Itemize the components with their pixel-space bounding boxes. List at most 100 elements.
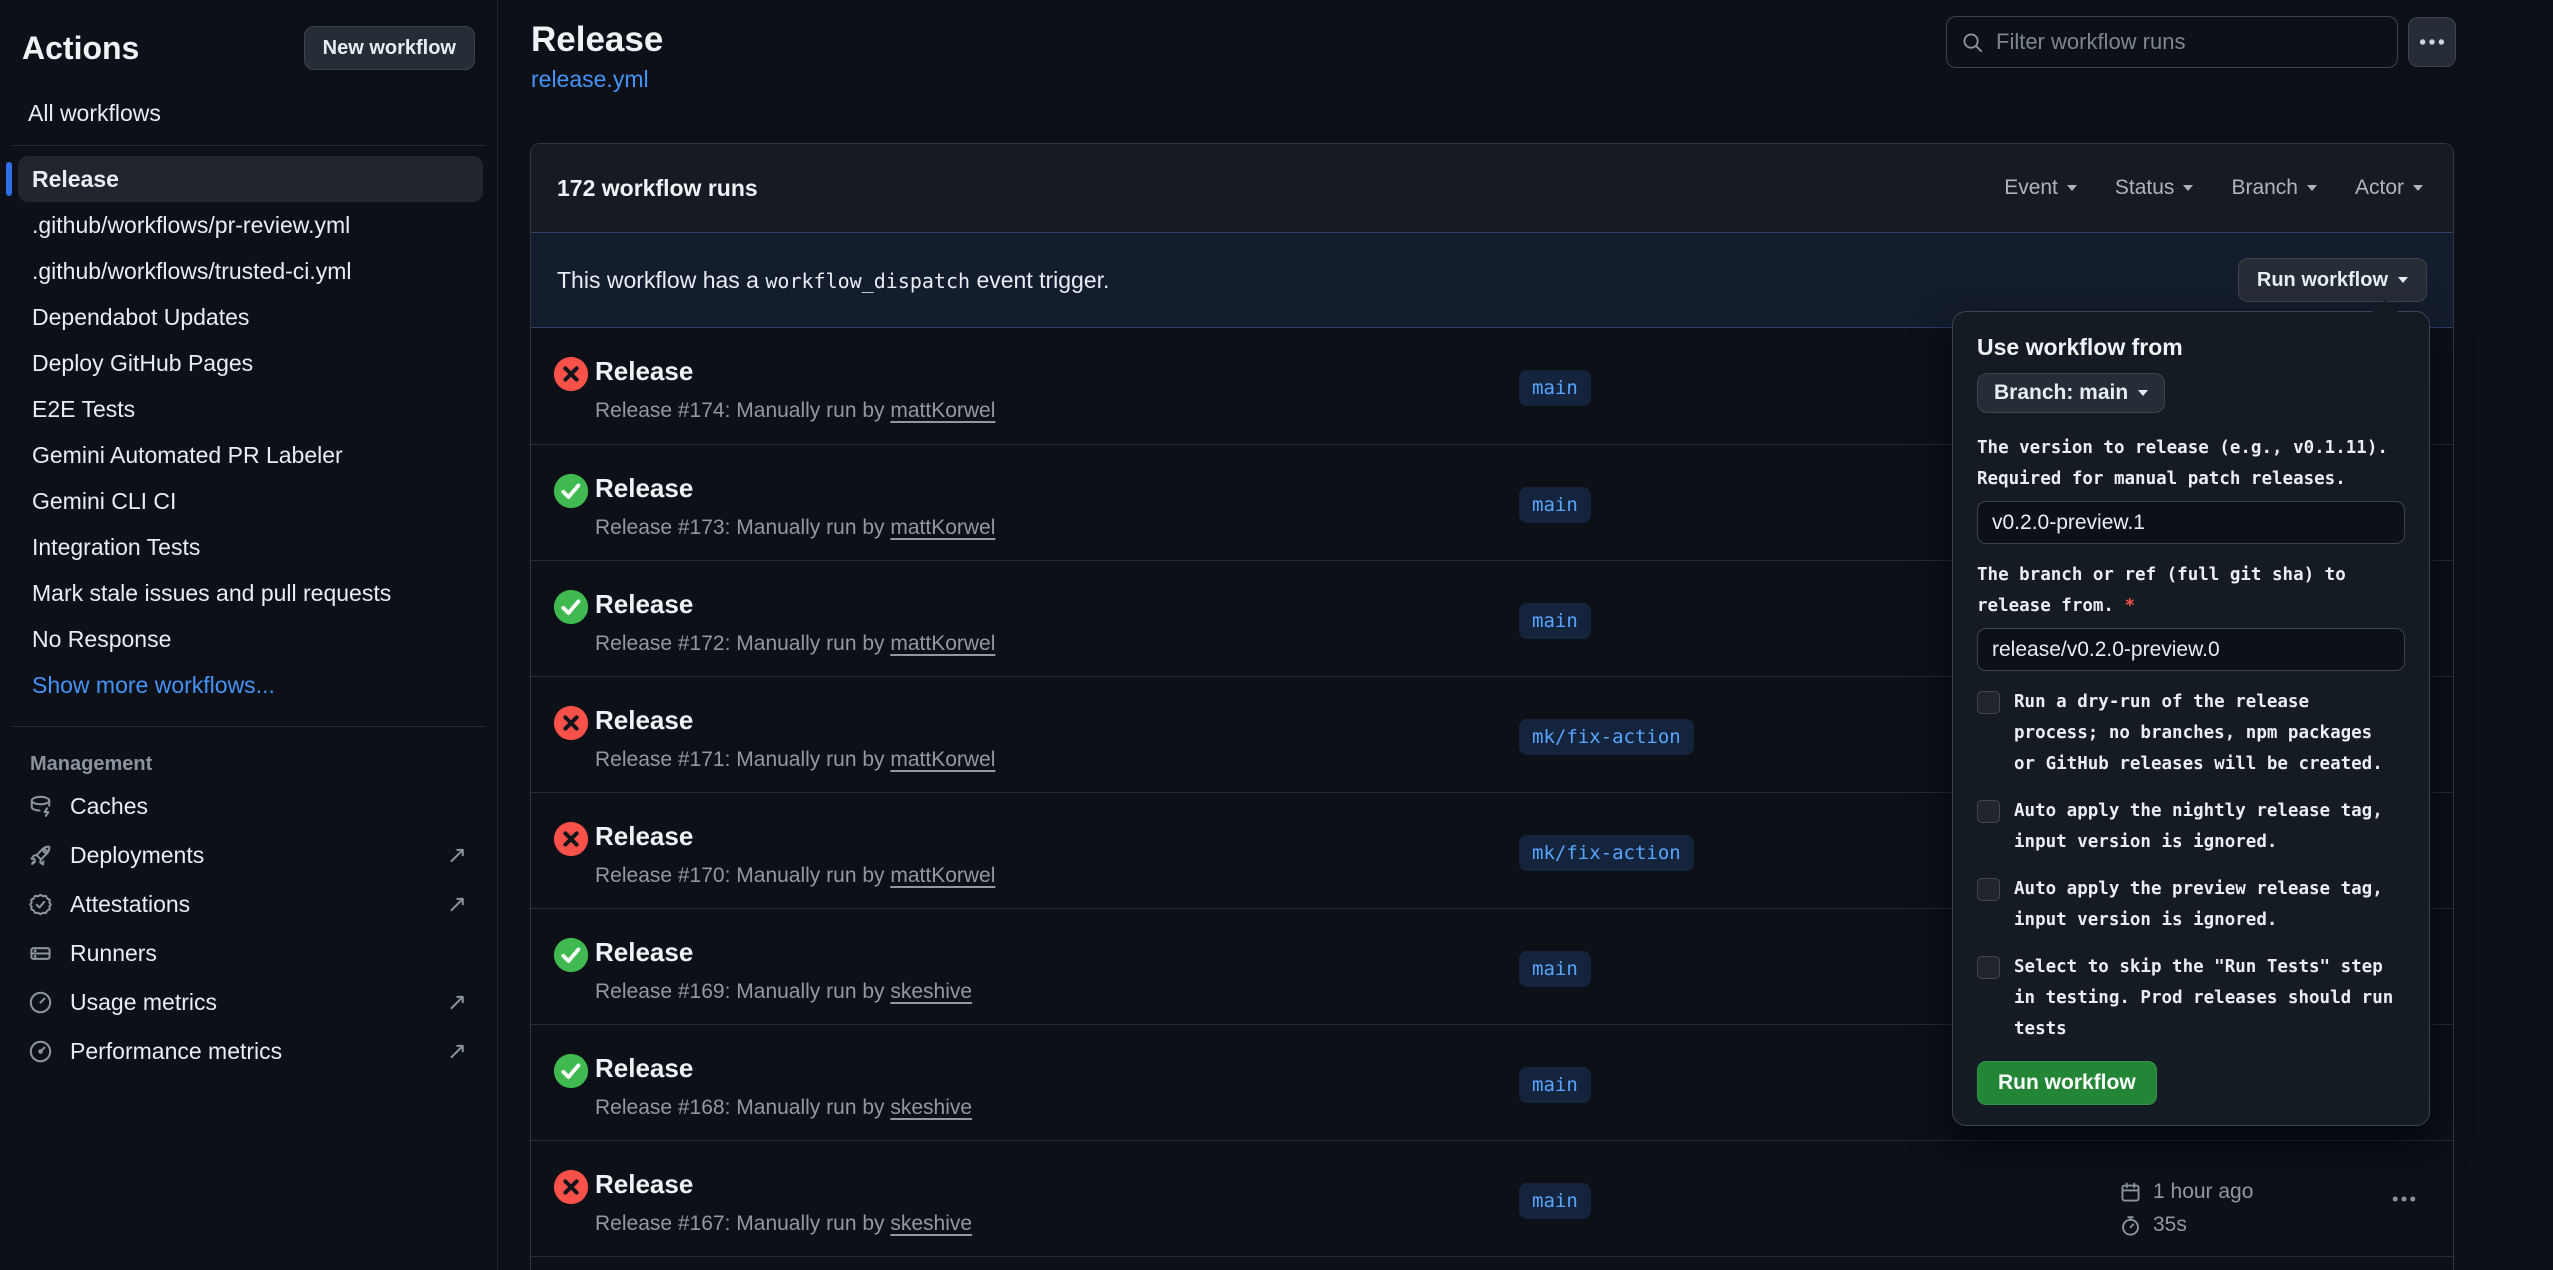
management-item-performance-metrics[interactable]: Performance metrics↗ — [0, 1027, 497, 1076]
management-item-deployments[interactable]: Deployments↗ — [0, 831, 497, 880]
actions-sidebar: Actions New workflow All workflows Relea… — [0, 0, 498, 1270]
run-name-link[interactable]: Release — [595, 356, 693, 387]
actor-link[interactable]: mattKorwel — [890, 516, 995, 539]
branch-badge[interactable]: main — [1519, 603, 1591, 639]
sidebar-item-no-response[interactable]: No Response — [18, 616, 483, 662]
use-workflow-from-heading: Use workflow from — [1977, 334, 2405, 361]
management-item-label: Attestations — [70, 891, 190, 918]
run-name-link[interactable]: Release — [595, 1169, 693, 1200]
checkbox-label: Auto apply the preview release tag, inpu… — [2014, 874, 2398, 936]
runs-filter-actor[interactable]: Actor — [2355, 176, 2423, 200]
failure-status-icon — [553, 821, 589, 857]
management-item-label: Caches — [70, 793, 148, 820]
run-duration: 35s — [2153, 1213, 2187, 1237]
workflow-dispatch-code: workflow_dispatch — [765, 269, 970, 293]
sidebar-item-release[interactable]: Release — [18, 156, 483, 202]
actor-link[interactable]: mattKorwel — [890, 748, 995, 771]
runs-filter-status[interactable]: Status — [2115, 176, 2194, 200]
chevron-down-icon — [2413, 185, 2423, 191]
workflow-run-row-partial — [531, 1256, 2453, 1270]
run-name-link[interactable]: Release — [595, 821, 693, 852]
filter-label: Actor — [2355, 176, 2404, 200]
branch-badge[interactable]: main — [1519, 1183, 1591, 1219]
management-item-attestations[interactable]: Attestations↗ — [0, 880, 497, 929]
show-more-workflows-link[interactable]: Show more workflows... — [18, 662, 483, 708]
management-item-label: Performance metrics — [70, 1038, 282, 1065]
runs-filter-branch[interactable]: Branch — [2231, 176, 2317, 200]
sidebar-item-label: E2E Tests — [32, 396, 135, 423]
actor-link[interactable]: mattKorwel — [890, 864, 995, 887]
run-name-link[interactable]: Release — [595, 473, 693, 504]
branch-badge[interactable]: main — [1519, 951, 1591, 987]
sidebar-item-gemini-cli-ci[interactable]: Gemini CLI CI — [18, 478, 483, 524]
run-name-link[interactable]: Release — [595, 589, 693, 620]
management-list: CachesDeployments↗Attestations↗RunnersUs… — [0, 782, 497, 1076]
chevron-down-icon — [2307, 185, 2317, 191]
run-name-link[interactable]: Release — [595, 937, 693, 968]
success-status-icon — [553, 589, 589, 625]
runs-filter-event[interactable]: Event — [2004, 176, 2077, 200]
branch-badge[interactable]: main — [1519, 370, 1591, 406]
sidebar-item-github-workflows-trusted-ci-yml[interactable]: .github/workflows/trusted-ci.yml — [18, 248, 483, 294]
failure-status-icon — [553, 1169, 589, 1205]
dispatch-checkbox-row: Select to skip the "Run Tests" step in t… — [1977, 952, 2405, 1045]
sidebar-item-dependabot-updates[interactable]: Dependabot Updates — [18, 294, 483, 340]
verified-icon — [28, 892, 53, 917]
sidebar-item-all-workflows[interactable]: All workflows — [28, 100, 475, 127]
dispatch-checkbox-row: Auto apply the nightly release tag, inpu… — [1977, 796, 2405, 858]
checkbox[interactable] — [1977, 956, 2000, 979]
checkbox-label: Auto apply the nightly release tag, inpu… — [2014, 796, 2398, 858]
run-kebab-button[interactable] — [2387, 1185, 2421, 1213]
run-name-link[interactable]: Release — [595, 705, 693, 736]
cache-icon — [28, 794, 53, 819]
runs-filters: Event Status Branch Actor — [2004, 176, 2423, 200]
run-name-link[interactable]: Release — [595, 1053, 693, 1084]
checkbox-label: Run a dry-run of the release process; no… — [2014, 687, 2398, 780]
ref-input[interactable] — [1977, 628, 2405, 671]
branch-badge[interactable]: main — [1519, 487, 1591, 523]
branch-badge[interactable]: mk/fix-action — [1519, 719, 1694, 755]
workflow-file-link[interactable]: release.yml — [531, 66, 649, 93]
actor-link[interactable]: mattKorwel — [890, 632, 995, 655]
checkbox[interactable] — [1977, 691, 2000, 714]
new-workflow-button[interactable]: New workflow — [304, 26, 475, 70]
checkbox[interactable] — [1977, 878, 2000, 901]
required-asterisk: * — [2125, 596, 2136, 616]
sidebar-item-label: .github/workflows/trusted-ci.yml — [32, 258, 352, 285]
filter-workflow-runs-box[interactable] — [1946, 16, 2398, 68]
management-item-usage-metrics[interactable]: Usage metrics↗ — [0, 978, 497, 1027]
version-input[interactable] — [1977, 501, 2405, 544]
search-icon — [1961, 31, 1984, 54]
sidebar-item-label: Mark stale issues and pull requests — [32, 580, 391, 607]
actor-link[interactable]: skeshive — [890, 1212, 972, 1235]
sidebar-item-deploy-github-pages[interactable]: Deploy GitHub Pages — [18, 340, 483, 386]
run-description: Release #168: Manually run by skeshive — [595, 1096, 972, 1120]
run-workflow-dropdown-button[interactable]: Run workflow — [2238, 258, 2427, 302]
meter-icon — [28, 990, 53, 1015]
branch-badge[interactable]: mk/fix-action — [1519, 835, 1694, 871]
sidebar-item-github-workflows-pr-review-yml[interactable]: .github/workflows/pr-review.yml — [18, 202, 483, 248]
branch-selector-button[interactable]: Branch: main — [1977, 373, 2165, 413]
ref-input-label: The branch or ref (full git sha) to rele… — [1977, 560, 2405, 622]
workflow-run-row[interactable]: Release Release #167: Manually run by sk… — [531, 1140, 2453, 1256]
run-description: Release #171: Manually run by mattKorwel — [595, 748, 995, 772]
checkbox[interactable] — [1977, 800, 2000, 823]
sidebar-item-integration-tests[interactable]: Integration Tests — [18, 524, 483, 570]
actor-link[interactable]: skeshive — [890, 980, 972, 1003]
actor-link[interactable]: skeshive — [890, 1096, 972, 1119]
sidebar-item-gemini-automated-pr-labeler[interactable]: Gemini Automated PR Labeler — [18, 432, 483, 478]
run-workflow-submit-button[interactable]: Run workflow — [1977, 1061, 2157, 1105]
sidebar-item-e2e-tests[interactable]: E2E Tests — [18, 386, 483, 432]
filter-workflow-runs-input[interactable] — [1996, 29, 2383, 55]
actor-link[interactable]: mattKorwel — [890, 399, 995, 422]
branch-badge[interactable]: main — [1519, 1067, 1591, 1103]
external-link-icon: ↗ — [447, 841, 467, 870]
sidebar-item-mark-stale-issues-and-pull-requests[interactable]: Mark stale issues and pull requests — [18, 570, 483, 616]
success-status-icon — [553, 1053, 589, 1089]
sidebar-divider — [12, 145, 485, 146]
sidebar-title: Actions — [22, 30, 139, 67]
management-item-caches[interactable]: Caches — [0, 782, 497, 831]
run-description: Release #169: Manually run by skeshive — [595, 980, 972, 1004]
workflow-options-kebab-button[interactable] — [2408, 17, 2456, 67]
management-item-runners[interactable]: Runners — [0, 929, 497, 978]
